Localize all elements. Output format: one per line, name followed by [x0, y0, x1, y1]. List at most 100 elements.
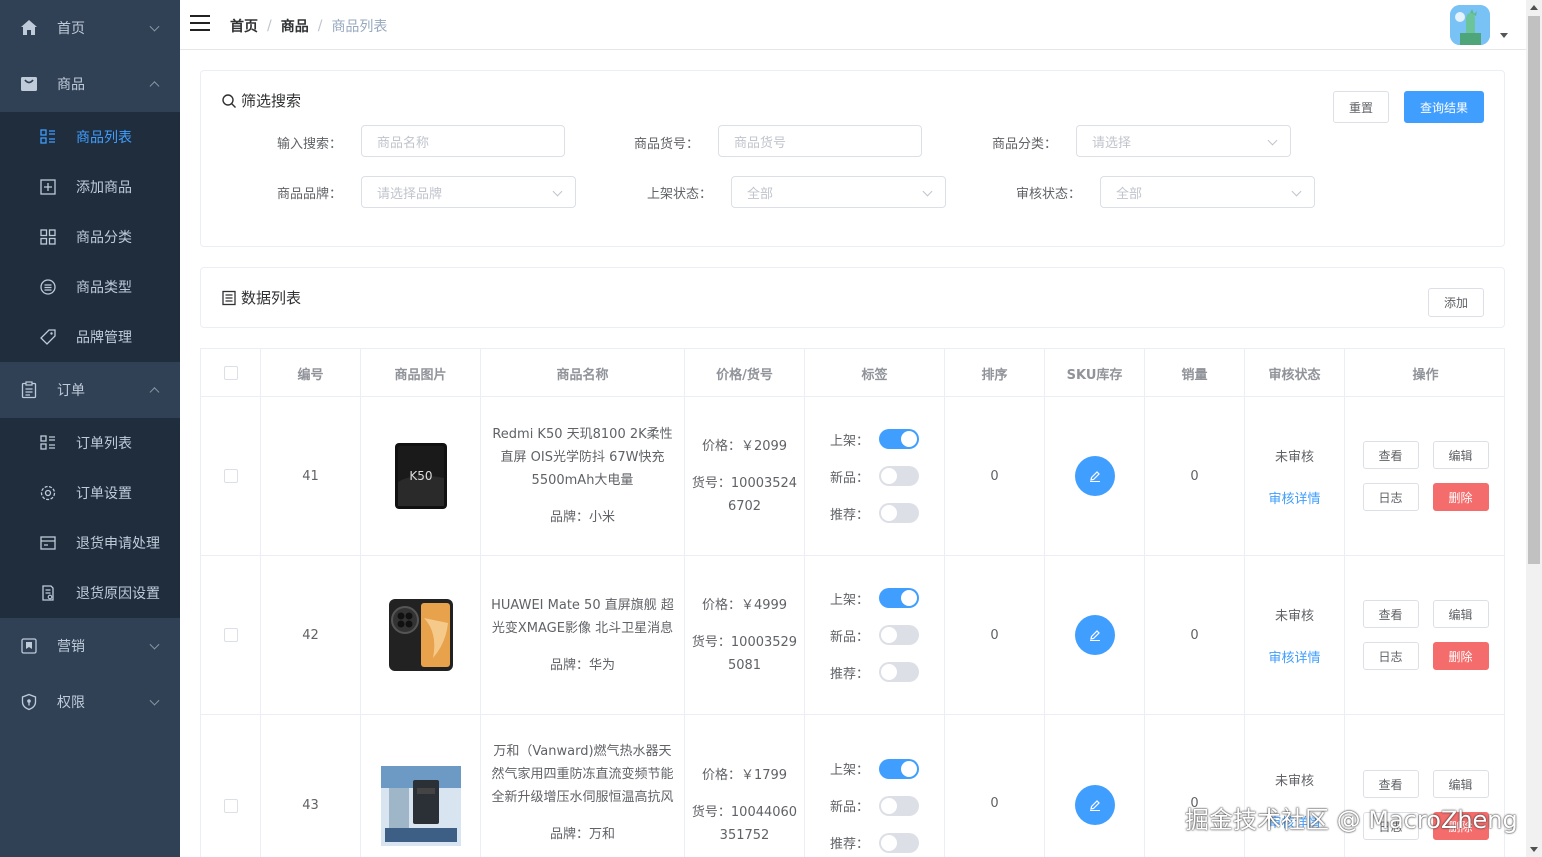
- delete-button[interactable]: 删除: [1432, 483, 1489, 511]
- chevron-down-icon: [1267, 135, 1278, 146]
- pencil-icon: [1089, 471, 1100, 482]
- scrollbar-thumb[interactable]: [1528, 16, 1540, 564]
- sidebar: 首页 商品 商品列表 添加商品 商品分类 商品类型 品牌管理 订单 订单列表 订…: [0, 0, 180, 857]
- menu-permission[interactable]: 权限: [0, 674, 180, 730]
- row-checkbox[interactable]: [223, 628, 238, 642]
- edit-button[interactable]: 编辑: [1432, 600, 1489, 628]
- category-select[interactable]: 请选择: [1076, 125, 1291, 157]
- new-switch[interactable]: [879, 466, 919, 486]
- product-price: 价格：￥2099: [701, 438, 788, 454]
- sidebar-item-label: 退货原因设置: [76, 586, 160, 602]
- sidebar-item-product-type[interactable]: 商品类型: [0, 262, 180, 312]
- audit-detail-link[interactable]: 审核详情: [1268, 647, 1320, 666]
- home-icon: [20, 19, 38, 37]
- sidebar-item-product-category[interactable]: 商品分类: [0, 212, 180, 262]
- row-select-cell: [201, 397, 261, 555]
- publish-status-select[interactable]: 全部: [731, 176, 946, 208]
- log-button[interactable]: 日志: [1362, 642, 1419, 670]
- sidebar-item-order-list[interactable]: 订单列表: [0, 418, 180, 468]
- menu-product[interactable]: 商品: [0, 56, 180, 112]
- data-list-card: 数据列表 添加: [200, 267, 1505, 328]
- row-actions-cell: 查看 编辑 日志 删除: [1345, 715, 1504, 857]
- log-button[interactable]: 日志: [1362, 483, 1419, 511]
- view-button[interactable]: 查看: [1362, 600, 1419, 628]
- row-tags-cell: 上架： 新品： 推荐：: [805, 715, 945, 857]
- menu-home[interactable]: 首页: [0, 0, 180, 56]
- header-price: 价格/货号: [685, 349, 805, 397]
- menu-marketing[interactable]: 营销: [0, 618, 180, 674]
- reset-button[interactable]: 重置: [1333, 91, 1389, 123]
- audit-detail-link[interactable]: 审核详情: [1268, 488, 1320, 507]
- breadcrumb-product[interactable]: 商品: [281, 16, 309, 36]
- chevron-down-icon: [1291, 186, 1302, 197]
- header-actions: 操作: [1412, 367, 1439, 383]
- new-switch[interactable]: [879, 795, 919, 816]
- query-button[interactable]: 查询结果: [1404, 91, 1484, 123]
- scroll-down-icon[interactable]: [1530, 847, 1538, 852]
- tag-icon: [40, 329, 56, 345]
- row-actions-cell: 查看 编辑 日志 删除: [1345, 556, 1504, 714]
- product-brand: 品牌：万和: [549, 827, 615, 842]
- row-sort: 0: [945, 397, 1045, 555]
- caret-down-icon[interactable]: [1500, 33, 1508, 38]
- row-id: 42: [261, 556, 361, 714]
- hamburger-icon[interactable]: [190, 15, 210, 33]
- edit-button[interactable]: 编辑: [1432, 441, 1489, 469]
- edit-sku-button[interactable]: [1074, 456, 1115, 496]
- sidebar-item-brand[interactable]: 品牌管理: [0, 312, 180, 362]
- edit-button[interactable]: 编辑: [1432, 770, 1489, 798]
- recommend-switch[interactable]: [879, 832, 919, 853]
- chevron-up-icon: [149, 81, 160, 92]
- header-audit: 审核状态: [1245, 349, 1345, 397]
- row-sku-cell: [1045, 556, 1145, 714]
- delete-button[interactable]: 删除: [1432, 642, 1489, 670]
- edit-sku-button[interactable]: [1074, 615, 1115, 655]
- recommend-switch[interactable]: [879, 503, 919, 523]
- row-tags-cell: 上架： 新品： 推荐：: [805, 556, 945, 714]
- new-switch[interactable]: [879, 625, 919, 645]
- recommend-switch[interactable]: [879, 662, 919, 682]
- row-checkbox[interactable]: [223, 469, 238, 483]
- sidebar-item-order-settings[interactable]: 订单设置: [0, 468, 180, 518]
- filter-card: 筛选搜索 重置 查询结果 输入搜索： 商品名称 商品货号： 商品货号 商品分类：…: [200, 70, 1505, 247]
- header-image: 商品图片: [361, 349, 481, 397]
- select-all-checkbox[interactable]: [223, 366, 238, 380]
- page-scrollbar[interactable]: [1526, 0, 1542, 857]
- row-checkbox[interactable]: [223, 798, 238, 813]
- clipboard-icon: [20, 381, 38, 399]
- table-header: 编号 商品图片 商品名称 价格/货号 标签 排序 SKU库存 销量 审核状态 操…: [201, 349, 1504, 397]
- breadcrumb-home[interactable]: 首页: [230, 16, 258, 36]
- menu-label: 首页: [57, 21, 85, 37]
- sidebar-item-label: 商品分类: [76, 230, 132, 246]
- sidebar-item-return-reasons[interactable]: 退货原因设置: [0, 568, 180, 618]
- recommend-label: 推荐：: [829, 666, 869, 682]
- scroll-up-icon[interactable]: [1530, 5, 1538, 10]
- chevron-down-icon: [149, 695, 160, 706]
- sidebar-item-return-requests[interactable]: 退货申请处理: [0, 518, 180, 568]
- view-button[interactable]: 查看: [1362, 770, 1419, 798]
- sku-input[interactable]: 商品货号: [718, 125, 922, 157]
- row-name-cell: HUAWEI Mate 50 直屏旗舰 超光变XMAGE影像 北斗卫星消息 品牌：…: [481, 556, 685, 714]
- publish-switch[interactable]: [879, 758, 919, 779]
- view-button[interactable]: 查看: [1362, 441, 1419, 469]
- avatar[interactable]: [1450, 5, 1490, 45]
- publish-switch[interactable]: [879, 588, 919, 608]
- menu-order[interactable]: 订单: [0, 362, 180, 418]
- add-button[interactable]: 添加: [1428, 288, 1484, 317]
- category-select-placeholder: 请选择: [1092, 135, 1132, 151]
- brand-select[interactable]: 请选择品牌: [361, 176, 576, 208]
- search-icon: [221, 93, 237, 109]
- marketing-icon: [20, 637, 38, 655]
- recommend-label: 推荐：: [829, 837, 869, 852]
- edit-sku-button[interactable]: [1074, 785, 1115, 825]
- audit-status-select[interactable]: 全部: [1100, 176, 1315, 208]
- header-sort: 排序: [945, 349, 1045, 397]
- search-input[interactable]: 商品名称: [361, 125, 565, 157]
- product-price: 价格：￥4999: [701, 597, 788, 613]
- sidebar-item-add-product[interactable]: 添加商品: [0, 162, 180, 212]
- row-sales: 0: [1145, 715, 1245, 857]
- product-name: 万和（Vanward)燃气热水器天然气家用四重防冻直流变频节能全新升级增压水伺服…: [491, 744, 674, 805]
- navbar: 首页 / 商品 / 商品列表: [180, 0, 1526, 50]
- publish-switch[interactable]: [879, 429, 919, 449]
- sidebar-item-product-list[interactable]: 商品列表: [0, 112, 180, 162]
